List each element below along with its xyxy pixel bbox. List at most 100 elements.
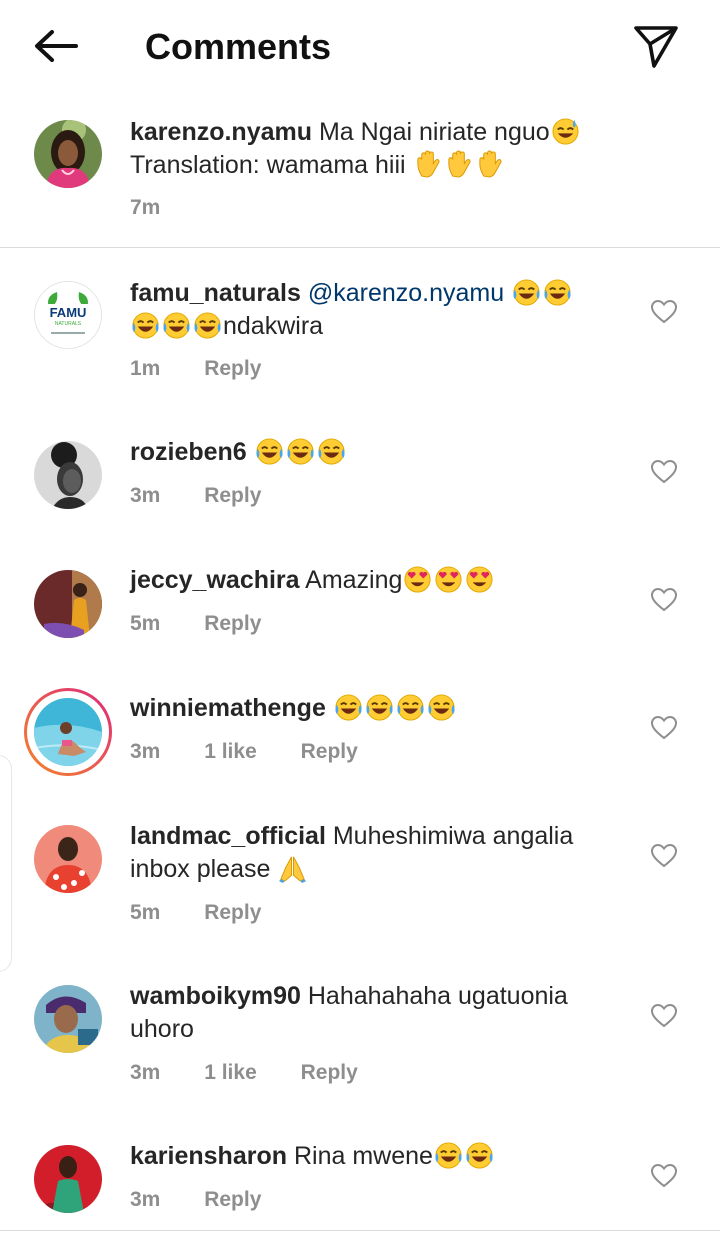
joy-icon bbox=[464, 1141, 495, 1170]
comment-text: landmac_official Muheshimiwa angalia inb… bbox=[130, 820, 630, 886]
story-ring[interactable] bbox=[24, 688, 112, 776]
caption-meta: 7m bbox=[130, 196, 198, 220]
comment-username[interactable]: famu_naturals bbox=[130, 279, 301, 307]
joy-icon bbox=[161, 311, 192, 340]
divider bbox=[0, 1230, 720, 1231]
caption-username[interactable]: karenzo.nyamu bbox=[130, 118, 312, 146]
heart-eyes-icon bbox=[464, 565, 495, 594]
comment-time: 1m bbox=[130, 357, 161, 380]
caption-text: karenzo.nyamu Ma Ngai niriate nguo Trans… bbox=[130, 116, 630, 182]
comment-username[interactable]: jeccy_wachira bbox=[130, 566, 300, 594]
comment-username[interactable]: landmac_official bbox=[130, 822, 326, 850]
comment-time: 3m bbox=[130, 484, 161, 507]
comment-username[interactable]: wamboikym90 bbox=[130, 982, 301, 1010]
comment-meta: 3m Reply bbox=[130, 1188, 299, 1212]
page-title: Comments bbox=[145, 26, 332, 67]
share-button[interactable] bbox=[628, 20, 684, 72]
joy-icon bbox=[426, 693, 457, 722]
comment-meta: 3m 1 like Reply bbox=[130, 1061, 396, 1085]
back-button[interactable] bbox=[28, 26, 84, 66]
caption-time: 7m bbox=[130, 196, 161, 219]
comment-meta: 5m Reply bbox=[130, 901, 299, 925]
raised-hand-icon bbox=[475, 150, 506, 179]
heart-outline-icon[interactable] bbox=[650, 1163, 678, 1189]
reply-button[interactable]: Reply bbox=[204, 1188, 261, 1211]
arrow-left-icon bbox=[35, 30, 78, 62]
reply-button[interactable]: Reply bbox=[204, 484, 261, 507]
comment-meta: 1m Reply bbox=[130, 357, 299, 381]
comment-time: 5m bbox=[130, 612, 161, 635]
heart-eyes-icon bbox=[433, 565, 464, 594]
joy-icon bbox=[364, 693, 395, 722]
reply-button[interactable]: Reply bbox=[204, 612, 261, 635]
side-panel-edge bbox=[0, 755, 12, 972]
sweat-smile-icon bbox=[550, 117, 581, 146]
raised-hand-icon bbox=[444, 150, 475, 179]
comment-meta: 3m 1 like Reply bbox=[130, 740, 396, 764]
post-caption: karenzo.nyamu Ma Ngai niriate nguo Trans… bbox=[0, 100, 720, 248]
comment-body-line2: inbox please bbox=[130, 855, 271, 883]
joy-icon bbox=[285, 437, 316, 466]
caption-line1: Ma Ngai niriate nguo bbox=[318, 118, 550, 146]
avatar[interactable] bbox=[34, 825, 102, 893]
comment-body: Rina mwene bbox=[293, 1142, 433, 1170]
heart-outline-icon[interactable] bbox=[650, 1003, 678, 1029]
joy-icon bbox=[333, 693, 364, 722]
raised-hand-icon bbox=[413, 150, 444, 179]
comment-text: winniemathenge bbox=[130, 692, 630, 725]
comment-text: jeccy_wachira Amazing bbox=[130, 564, 630, 597]
comment-body: Amazing bbox=[305, 566, 403, 594]
reply-button[interactable]: Reply bbox=[204, 901, 261, 924]
avatar[interactable]: FAMU NATURALS bbox=[34, 281, 102, 349]
heart-outline-icon[interactable] bbox=[650, 459, 678, 485]
joy-icon bbox=[130, 311, 161, 340]
like-count[interactable]: 1 like bbox=[204, 1061, 257, 1084]
pray-icon bbox=[277, 854, 308, 883]
joy-icon bbox=[542, 278, 573, 307]
avatar[interactable] bbox=[34, 570, 102, 638]
logo-sub: NATURALS bbox=[55, 321, 82, 327]
joy-icon bbox=[192, 311, 223, 340]
reply-button[interactable]: Reply bbox=[301, 1061, 358, 1084]
avatar[interactable] bbox=[34, 441, 102, 509]
reply-button[interactable]: Reply bbox=[301, 740, 358, 763]
avatar[interactable] bbox=[34, 120, 102, 188]
joy-icon bbox=[395, 693, 426, 722]
top-bar: Comments bbox=[0, 0, 720, 92]
comment-body: Hahahahaha ugatuonia bbox=[307, 982, 568, 1010]
heart-outline-icon[interactable] bbox=[650, 715, 678, 741]
comment-body-line2: uhoro bbox=[130, 1015, 194, 1043]
mention-link[interactable]: @karenzo.nyamu bbox=[308, 279, 504, 307]
comment-text: famu_naturals @karenzo.nyamu ndakwira bbox=[130, 277, 630, 343]
comment-body: Muheshimiwa angalia bbox=[332, 822, 574, 850]
like-count[interactable]: 1 like bbox=[204, 740, 257, 763]
comment-time: 3m bbox=[130, 1188, 161, 1211]
logo-brand: FAMU bbox=[50, 305, 87, 320]
comment-text: rozieben6 bbox=[130, 436, 630, 469]
avatar bbox=[34, 698, 102, 766]
comment-text: wamboikym90 Hahahahaha ugatuonia uhoro bbox=[130, 980, 630, 1046]
avatar[interactable] bbox=[34, 985, 102, 1053]
reply-button[interactable]: Reply bbox=[204, 357, 261, 380]
joy-icon bbox=[316, 437, 347, 466]
comment-body: ndakwira bbox=[223, 312, 324, 340]
joy-icon bbox=[433, 1141, 464, 1170]
heart-eyes-icon bbox=[402, 565, 433, 594]
comment-username[interactable]: winniemathenge bbox=[130, 694, 326, 722]
heart-outline-icon[interactable] bbox=[650, 587, 678, 613]
heart-outline-icon[interactable] bbox=[650, 843, 678, 869]
joy-icon bbox=[511, 278, 542, 307]
heart-outline-icon[interactable] bbox=[650, 299, 678, 325]
comment-username[interactable]: rozieben6 bbox=[130, 438, 247, 466]
paper-plane-icon bbox=[634, 26, 678, 68]
comment-time: 3m bbox=[130, 1061, 161, 1084]
comment-meta: 5m Reply bbox=[130, 612, 299, 636]
comment-time: 3m bbox=[130, 740, 161, 763]
comment-time: 5m bbox=[130, 901, 161, 924]
joy-icon bbox=[254, 437, 285, 466]
comment-text: kariensharon Rina mwene bbox=[130, 1140, 630, 1173]
avatar[interactable] bbox=[34, 1145, 102, 1213]
comment-username[interactable]: kariensharon bbox=[130, 1142, 287, 1170]
comment-meta: 3m Reply bbox=[130, 484, 299, 508]
caption-line2: Translation: wamama hiii bbox=[130, 151, 406, 179]
